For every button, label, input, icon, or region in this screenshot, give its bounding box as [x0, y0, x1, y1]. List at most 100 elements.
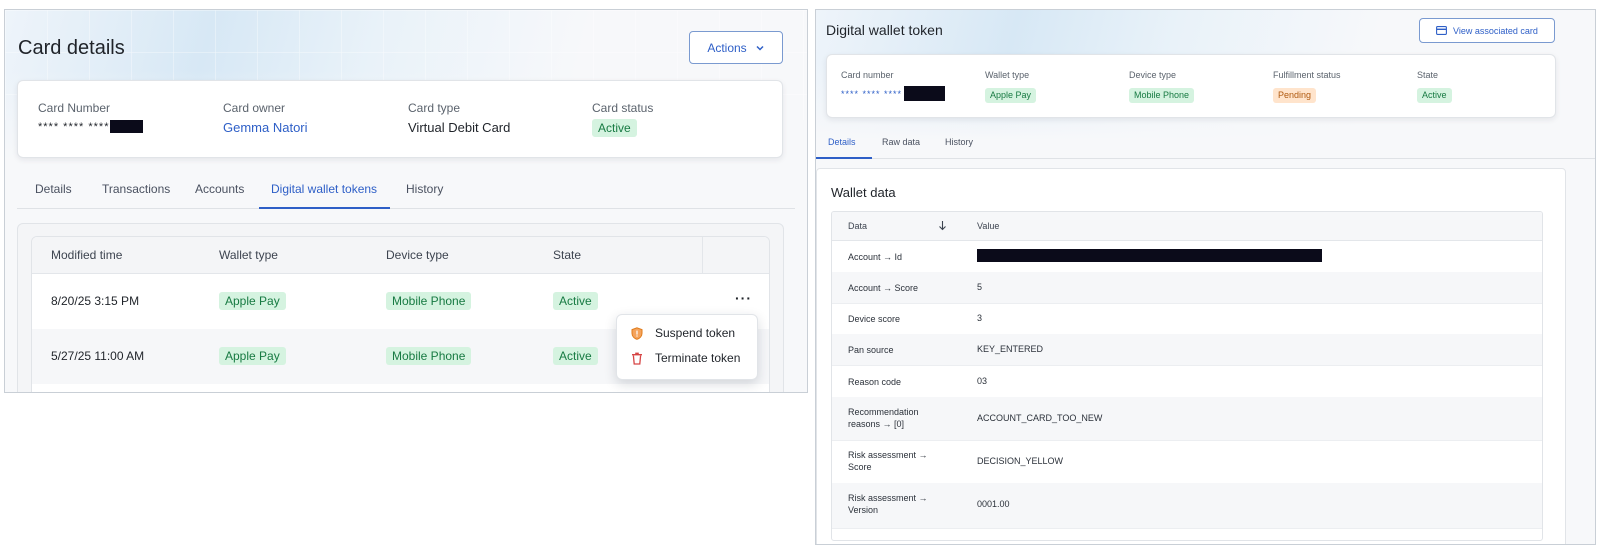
table-header: Data Value	[832, 212, 1542, 241]
fulfillment-status-value: Pending	[1273, 85, 1317, 103]
tab-raw-data[interactable]: Raw data	[882, 137, 920, 147]
suspend-token-menu-item[interactable]: Suspend token	[631, 326, 735, 340]
wallet-token-panel: Digital wallet token View associated car…	[815, 9, 1596, 545]
state-label: State	[1417, 70, 1439, 80]
terminate-token-label: Terminate token	[655, 351, 741, 365]
wallet-data-heading: Wallet data	[831, 185, 896, 200]
tab-details[interactable]: Details	[828, 137, 856, 147]
tab-details[interactable]: Details	[35, 182, 72, 196]
cell-modified-time: 5/27/25 11:00 AM	[51, 349, 145, 363]
table-row: Risk assessment → Score DECISION_YELLOW	[832, 440, 1542, 484]
column-divider	[702, 237, 703, 273]
page-title: Card details	[18, 37, 125, 59]
page-title: Digital wallet token	[826, 22, 943, 38]
state-badge: Active	[1417, 88, 1452, 103]
row-key: Account → Score	[848, 283, 919, 293]
active-tab-indicator	[259, 207, 390, 209]
card-number-value: **** **** ****	[38, 120, 144, 133]
table-row: Account → Score 5	[832, 272, 1542, 304]
tabs-divider	[17, 208, 795, 209]
row-value: 5	[977, 282, 983, 292]
token-summary: Card number **** **** **** Wallet type A…	[826, 54, 1556, 118]
cell-state: Active	[553, 347, 598, 365]
fulfillment-badge: Pending	[1273, 88, 1317, 103]
row-key: Risk assessment → Version	[848, 493, 928, 515]
row-value: 3	[977, 313, 983, 323]
wallet-data-card: Wallet data Data Value Account → Id Acco…	[816, 168, 1566, 544]
actions-button-label: Actions	[707, 40, 747, 55]
terminate-token-menu-item[interactable]: Terminate token	[631, 351, 740, 365]
wallet-badge: Apple Pay	[219, 292, 286, 310]
cell-device-type: Mobile Phone	[386, 292, 472, 310]
credit-card-icon	[1436, 26, 1447, 35]
tab-digital-wallet-tokens[interactable]: Digital wallet tokens	[271, 182, 377, 196]
row-more-menu-button[interactable]: ···	[735, 290, 752, 306]
cell-device-type: Mobile Phone	[386, 347, 472, 365]
redacted-digits	[110, 120, 144, 133]
view-associated-card-label: View associated card	[1453, 25, 1538, 36]
card-owner-link[interactable]: Gemma Natori	[223, 120, 308, 135]
suspend-token-label: Suspend token	[655, 326, 736, 340]
device-badge: Mobile Phone	[386, 347, 472, 365]
wallet-badge: Apple Pay	[219, 347, 286, 365]
sort-arrow-down-icon[interactable]	[938, 220, 947, 231]
card-type-label: Card type	[408, 101, 461, 115]
trash-icon	[631, 352, 643, 365]
row-value: DECISION_YELLOW	[977, 456, 1064, 466]
cell-modified-time: 8/20/25 3:15 PM	[51, 294, 140, 308]
col-data[interactable]: Data	[848, 221, 867, 231]
row-key: Recommendation reasons → [0]	[848, 407, 919, 429]
card-status-label: Card status	[592, 101, 654, 115]
state-badge: Active	[553, 292, 598, 310]
row-key: Account → Id	[848, 252, 903, 262]
cell-wallet-type: Apple Pay	[219, 347, 286, 365]
table-row: Device score 3	[832, 303, 1542, 335]
actions-button[interactable]: Actions	[689, 31, 783, 64]
col-state[interactable]: State	[553, 248, 581, 262]
col-device-type[interactable]: Device type	[386, 248, 449, 262]
state-value: Active	[1417, 85, 1452, 103]
table-row: Account → Id	[832, 241, 1542, 273]
row-value: KEY_ENTERED	[977, 344, 1044, 354]
redacted-digits	[904, 86, 946, 101]
card-status-badge: Active	[592, 119, 637, 137]
card-summary: Card Number **** **** **** Card owner Ge…	[17, 80, 783, 158]
tabs-divider	[816, 158, 1595, 159]
row-value: 0001.00	[977, 499, 1010, 509]
redacted-value	[977, 249, 1322, 262]
active-tab-indicator	[816, 157, 872, 159]
col-modified-time[interactable]: Modified time	[51, 248, 122, 262]
tab-history[interactable]: History	[406, 182, 443, 196]
view-associated-card-button[interactable]: View associated card	[1419, 18, 1555, 43]
col-wallet-type[interactable]: Wallet type	[219, 248, 278, 262]
device-type-label: Device type	[1129, 70, 1177, 80]
row-key: Risk assessment → Score	[848, 450, 928, 472]
cell-state: Active	[553, 292, 598, 310]
row-key: Pan source	[848, 345, 894, 355]
fulfillment-status-label: Fulfillment status	[1273, 70, 1341, 80]
wallet-type-label: Wallet type	[985, 70, 1030, 80]
col-value[interactable]: Value	[977, 221, 999, 231]
table-row: Recommendation reasons → [0] ACCOUNT_CAR…	[832, 397, 1542, 441]
card-number-label: Card number	[841, 70, 894, 80]
table-row: Risk assessment → Version 0001.00	[832, 483, 1542, 529]
device-badge: Mobile Phone	[386, 292, 472, 310]
card-details-panel: Card details Actions Card Number **** **…	[4, 9, 808, 393]
tab-accounts[interactable]: Accounts	[195, 182, 244, 196]
tab-history[interactable]: History	[945, 137, 973, 147]
card-number-mask-text: **** **** ****	[38, 120, 110, 133]
table-row: Pan source KEY_ENTERED	[832, 334, 1542, 366]
token-actions-menu: Suspend token Terminate token	[616, 314, 758, 380]
card-number-label: Card Number	[38, 101, 111, 115]
wallet-type-value: Apple Pay	[985, 85, 1037, 103]
table-header: Modified time Wallet type Device type St…	[32, 237, 769, 274]
tab-transactions[interactable]: Transactions	[102, 182, 170, 196]
device-type-value: Mobile Phone	[1129, 85, 1195, 103]
cell-wallet-type: Apple Pay	[219, 292, 286, 310]
status-badge: Active	[592, 119, 637, 137]
card-number-mask-text[interactable]: **** **** ****	[841, 89, 902, 99]
row-value: ACCOUNT_CARD_TOO_NEW	[977, 413, 1103, 423]
wallet-data-table: Data Value Account → Id Account → Score …	[831, 211, 1543, 541]
wallet-badge: Apple Pay	[985, 88, 1037, 103]
shield-alert-icon	[631, 326, 643, 340]
